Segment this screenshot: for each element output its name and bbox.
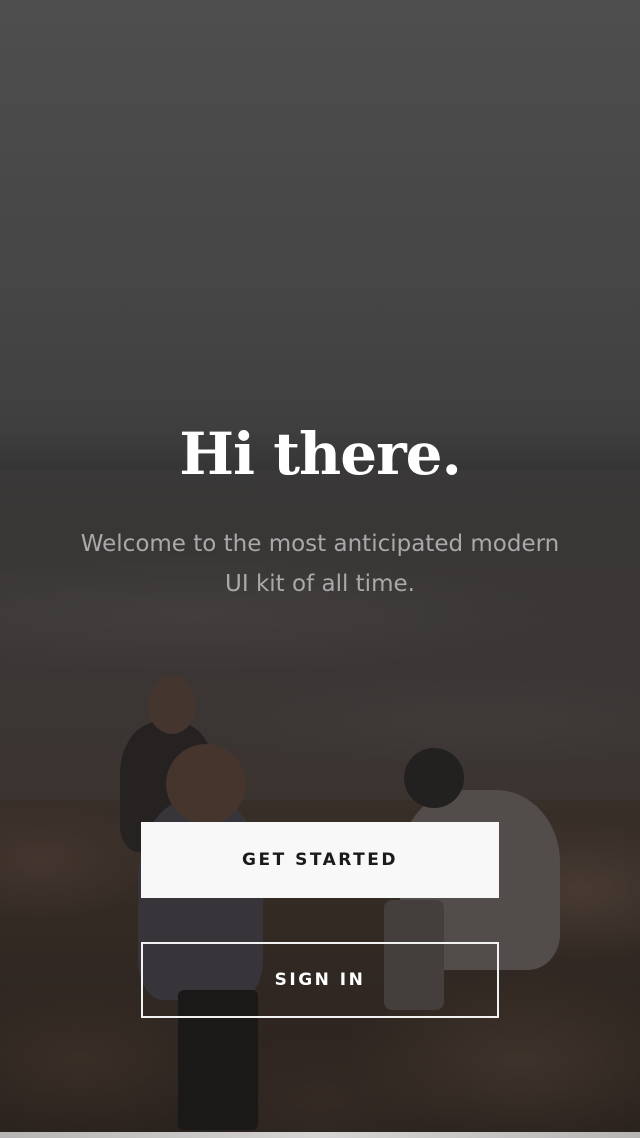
bottom-edge-bar (0, 1132, 640, 1138)
welcome-subtitle: Welcome to the most anticipated modern U… (80, 531, 560, 597)
welcome-screen: Hi there. Welcome to the most anticipate… (0, 0, 640, 1138)
get-started-label: GET STARTED (242, 850, 398, 870)
get-started-button[interactable]: GET STARTED (141, 822, 499, 898)
welcome-content: Hi there. Welcome to the most anticipate… (0, 0, 640, 1138)
sign-in-label: SIGN IN (274, 970, 366, 990)
welcome-title: Hi there. (179, 420, 462, 488)
sign-in-button[interactable]: SIGN IN (141, 942, 499, 1018)
